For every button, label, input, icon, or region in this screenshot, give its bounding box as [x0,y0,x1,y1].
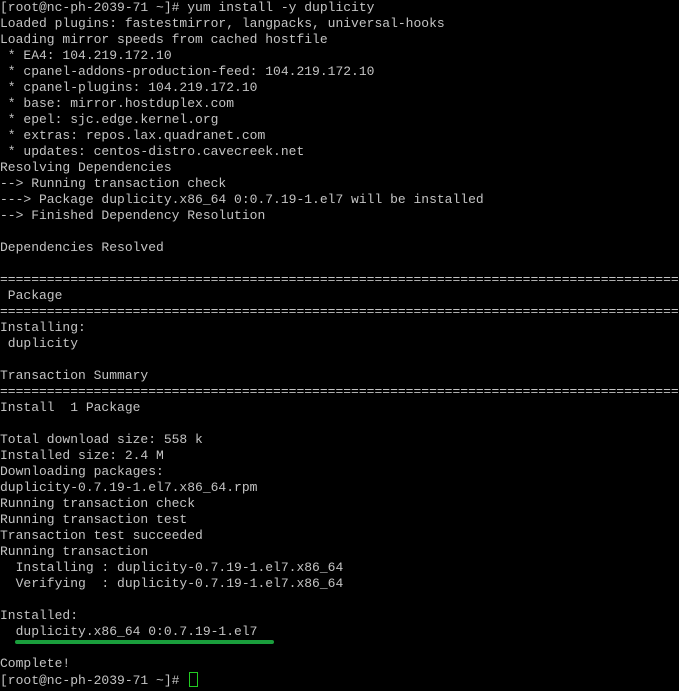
terminal-line: Install 1 Package [0,400,141,415]
terminal-window[interactable]: [root@nc-ph-2039-71 ~]# yum install -y d… [0,0,679,691]
terminal-line: Total download size: 558 k [0,432,203,447]
terminal-line: Installed size: 2.4 M [0,448,164,463]
terminal-line: [root@nc-ph-2039-71 ~]# yum install -y d… [0,0,375,15]
shell-prompt: [root@nc-ph-2039-71 ~]# [0,673,188,688]
terminal-line: * cpanel-addons-production-feed: 104.219… [0,64,375,79]
terminal-line: Loaded plugins: fastestmirror, langpacks… [0,16,445,31]
terminal-line: * epel: sjc.edge.kernel.org [0,112,219,127]
separator-line: ========================================… [0,272,679,287]
terminal-line: Installed: [0,608,79,623]
prompt-line[interactable]: [root@nc-ph-2039-71 ~]# [0,672,679,688]
terminal-line: Transaction test succeeded [0,528,203,543]
terminal-line: duplicity-0.7.19-1.el7.x86_64.rpm [0,480,258,495]
terminal-line: * cpanel-plugins: 104.219.172.10 [0,80,258,95]
cursor [189,672,199,687]
terminal-line: --> Running transaction check [0,176,227,191]
installed-package-line: duplicity.x86_64 0:0.7.19-1.el7 [0,624,258,639]
terminal-line: Loading mirror speeds from cached hostfi… [0,32,328,47]
terminal-line: Installing : duplicity-0.7.19-1.el7.x86_… [0,560,344,575]
terminal-line: * extras: repos.lax.quadranet.com [0,128,266,143]
table-header: Package Arch [0,288,679,303]
terminal-line: Complete! [0,656,71,671]
terminal-line: Running transaction [0,544,149,559]
highlight-underline [15,640,274,644]
separator-line: ========================================… [0,304,679,319]
terminal-line: Verifying : duplicity-0.7.19-1.el7.x86_6… [0,576,344,591]
terminal-line: --> Finished Dependency Resolution [0,208,266,223]
terminal-line: Running transaction test [0,512,188,527]
terminal-line: * EA4: 104.219.172.10 [0,48,172,63]
terminal-line: Resolving Dependencies [0,160,172,175]
terminal-line: Downloading packages: [0,464,164,479]
terminal-line: Transaction Summary [0,368,149,383]
terminal-line: Dependencies Resolved [0,240,164,255]
terminal-line: Running transaction check [0,496,196,511]
terminal-line: Installing: [0,320,86,335]
terminal-line: ---> Package duplicity.x86_64 0:0.7.19-1… [0,192,484,207]
separator-line: ========================================… [0,384,679,399]
terminal-line: * updates: centos-distro.cavecreek.net [0,144,305,159]
table-row: duplicity x86_64 [7,336,79,351]
terminal-line: * base: mirror.hostduplex.com [0,96,235,111]
